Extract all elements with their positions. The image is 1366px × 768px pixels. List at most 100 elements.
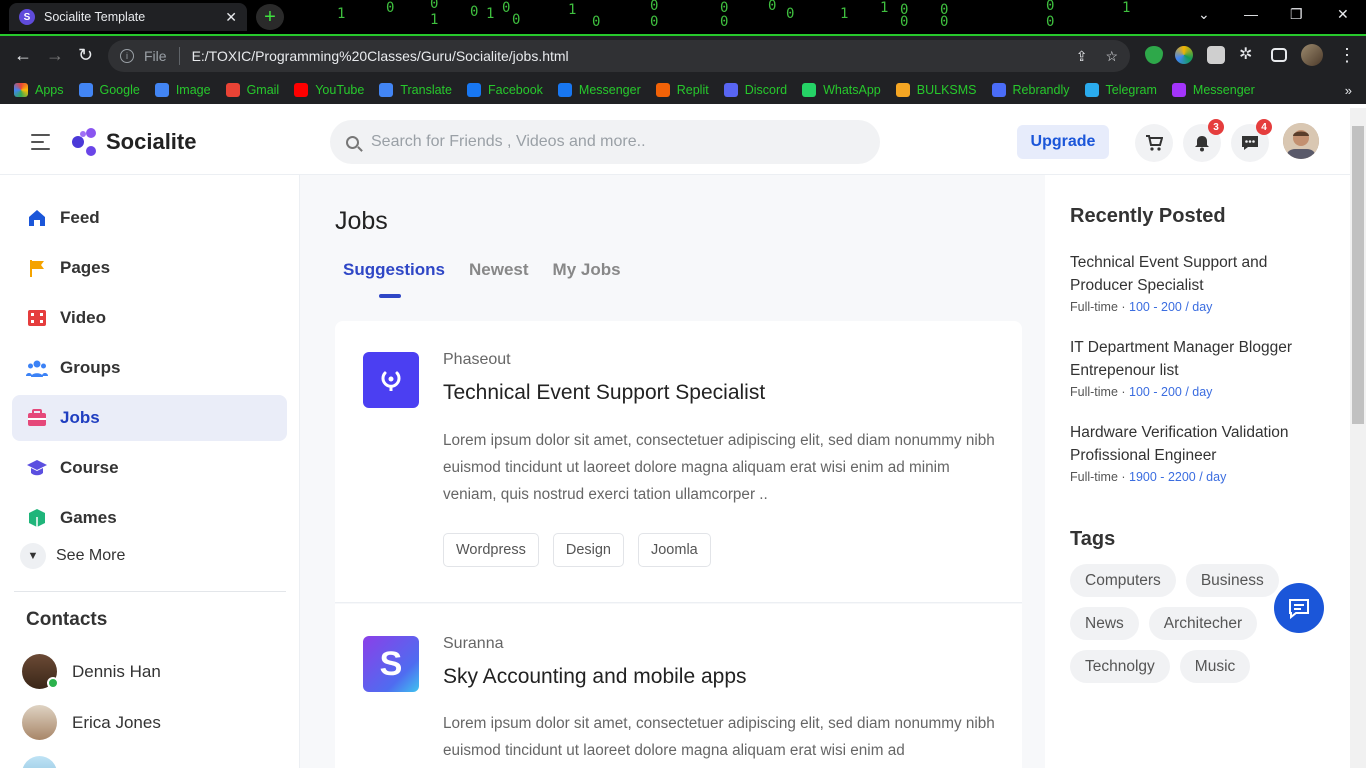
bookmark-youtube[interactable]: YouTube (294, 83, 364, 97)
side-panel-icon[interactable] (1271, 48, 1287, 62)
telegram-icon (1084, 83, 1099, 97)
notifications-button[interactable]: 3 (1183, 119, 1224, 162)
contact-item[interactable] (22, 756, 72, 768)
bookmark-rebrandly[interactable]: Rebrandly (991, 83, 1070, 97)
bookmark-facebook[interactable]: Facebook (467, 83, 543, 97)
sidebar-item-pages[interactable]: Pages (12, 245, 287, 291)
tag-pill[interactable]: Business (1185, 564, 1279, 597)
recent-job-title: Hardware Verification Validation Profiss… (1070, 424, 1289, 464)
job-description: Lorem ipsum dolor sit amet, consectetuer… (443, 432, 995, 503)
job-card[interactable]: S Suranna Sky Accounting and mobile apps… (335, 604, 1022, 768)
bookmark-whatsapp[interactable]: WhatsApp (802, 83, 881, 97)
upgrade-button[interactable]: Upgrade (1017, 125, 1109, 159)
recent-job-item[interactable]: Hardware Verification Validation Profiss… (1070, 421, 1320, 484)
bookmark-image[interactable]: Image (154, 83, 211, 97)
sidebar-item-games[interactable]: Games (12, 495, 287, 541)
bookmark-apps[interactable]: Apps (14, 83, 64, 97)
tag-pill[interactable]: Architecher (1148, 607, 1258, 640)
puzzle-extensions-icon[interactable]: ✲ (1239, 44, 1257, 63)
job-title[interactable]: Technical Event Support Specialist (443, 381, 765, 405)
google-icon (78, 83, 93, 97)
close-tab-icon[interactable]: ✕ (225, 9, 237, 26)
scrollbar-thumb[interactable] (1352, 126, 1364, 424)
bookmark-translate[interactable]: Translate (379, 83, 452, 97)
tab-search-icon[interactable]: ⌄ (1198, 6, 1210, 23)
tab-suggestions[interactable]: Suggestions (343, 260, 445, 280)
pages-icon (30, 260, 44, 277)
cart-icon (1146, 135, 1163, 151)
cart-button[interactable] (1135, 124, 1173, 162)
recently-posted-heading: Recently Posted (1070, 205, 1226, 227)
url-text[interactable]: E:/TOXIC/Programming%20Classes/Guru/Soci… (192, 48, 1058, 64)
bookmark-label: Replit (676, 83, 709, 97)
job-card[interactable]: Phaseout Technical Event Support Special… (335, 321, 1022, 603)
reload-icon[interactable]: ↻ (78, 45, 93, 66)
bookmark-discord[interactable]: Discord (723, 83, 787, 97)
tag-pill[interactable]: Computers (1070, 564, 1176, 597)
recent-job-item[interactable]: Technical Event Support and Producer Spe… (1070, 251, 1320, 314)
bookmark-google[interactable]: Google (78, 83, 140, 97)
browser-tab[interactable]: S Socialite Template ✕ (9, 3, 247, 31)
hamburger-menu-icon[interactable] (31, 134, 50, 155)
back-arrow-icon[interactable]: ← (14, 45, 32, 66)
search-input[interactable] (371, 133, 851, 151)
see-more-button[interactable]: ▼ See More (20, 543, 125, 569)
share-icon[interactable]: ⇪ (1076, 48, 1088, 65)
tag-pill[interactable]: News (1070, 607, 1139, 640)
messages-button[interactable]: 4 (1231, 119, 1272, 162)
job-tag[interactable]: Joomla (637, 533, 711, 567)
bookmark-messenger[interactable]: Messenger (1171, 83, 1255, 97)
bookmark-gmail[interactable]: Gmail (225, 83, 279, 97)
menu-kebab-icon[interactable]: ⋮ (1338, 45, 1356, 66)
tag-pill[interactable]: Music (1179, 650, 1251, 683)
extension-icon[interactable] (1175, 46, 1193, 64)
minimize-icon[interactable]: — (1244, 6, 1258, 22)
omnibox[interactable]: i File E:/TOXIC/Programming%20Classes/Gu… (108, 40, 1130, 72)
contact-item[interactable]: Dennis Han (22, 654, 161, 689)
company-logo: S (363, 636, 419, 692)
sidebar-item-groups[interactable]: Groups (12, 345, 287, 391)
tab-my-jobs[interactable]: My Jobs (553, 260, 621, 280)
sidebar-item-jobs[interactable]: Jobs (12, 395, 287, 441)
page-scrollbar[interactable] (1350, 108, 1366, 768)
tag-cloud: Computers Business News Architecher Tech… (1070, 564, 1300, 693)
tab-newest[interactable]: Newest (469, 260, 529, 280)
profile-avatar-icon[interactable] (1301, 44, 1323, 66)
info-icon[interactable]: i (120, 49, 134, 63)
sidebar-item-course[interactable]: Course (12, 445, 287, 491)
bookmark-replit[interactable]: Replit (655, 83, 709, 97)
more-bookmarks-icon[interactable]: » (1345, 83, 1352, 98)
new-tab-button[interactable]: + (256, 4, 284, 30)
tags-heading: Tags (1070, 528, 1116, 550)
bookmark-bulksms[interactable]: BULKSMS (895, 83, 977, 97)
bookmark-label: Facebook (488, 83, 543, 97)
sidebar-item-feed[interactable]: Feed (12, 195, 287, 241)
feed-icon (29, 210, 45, 226)
web-page: Socialite Upgrade 3 4 Games Course Jobs Gro… (0, 108, 1350, 768)
close-window-icon[interactable]: ✕ (1337, 6, 1349, 23)
restore-icon[interactable]: ❐ (1290, 6, 1303, 23)
matrix-theme-decoration: 10 01 01 00 10 00 00 00 11 00 00 00 1 (337, 0, 1131, 30)
job-tag[interactable]: Wordpress (443, 533, 539, 567)
chat-fab-button[interactable] (1274, 583, 1324, 633)
contact-item[interactable]: Erica Jones (22, 705, 161, 740)
omnibox-separator (178, 47, 180, 65)
user-avatar[interactable] (1283, 123, 1319, 159)
forward-arrow-icon[interactable]: → (46, 45, 64, 66)
tag-pill[interactable]: Technolgy (1070, 650, 1170, 683)
search-bar[interactable] (330, 120, 880, 164)
job-tag[interactable]: Design (552, 533, 624, 567)
recent-job-item[interactable]: IT Department Manager Blogger Entrepenou… (1070, 336, 1320, 399)
bookmark-telegram[interactable]: Telegram (1084, 83, 1157, 97)
recent-job-title: Technical Event Support and Producer Spe… (1070, 254, 1268, 294)
youtube-icon (294, 83, 309, 97)
bookmark-messenger[interactable]: Messenger (557, 83, 641, 97)
facebook-icon (467, 83, 481, 97)
shield-extension-icon[interactable] (1145, 46, 1163, 64)
bookmark-label: Translate (400, 83, 452, 97)
bookmark-star-icon[interactable]: ☆ (1105, 48, 1118, 65)
sidebar-item-label: Feed (60, 208, 100, 227)
job-title[interactable]: Sky Accounting and mobile apps (443, 665, 747, 689)
extension-icon[interactable] (1207, 46, 1225, 64)
sidebar-item-video[interactable]: Video (12, 295, 287, 341)
